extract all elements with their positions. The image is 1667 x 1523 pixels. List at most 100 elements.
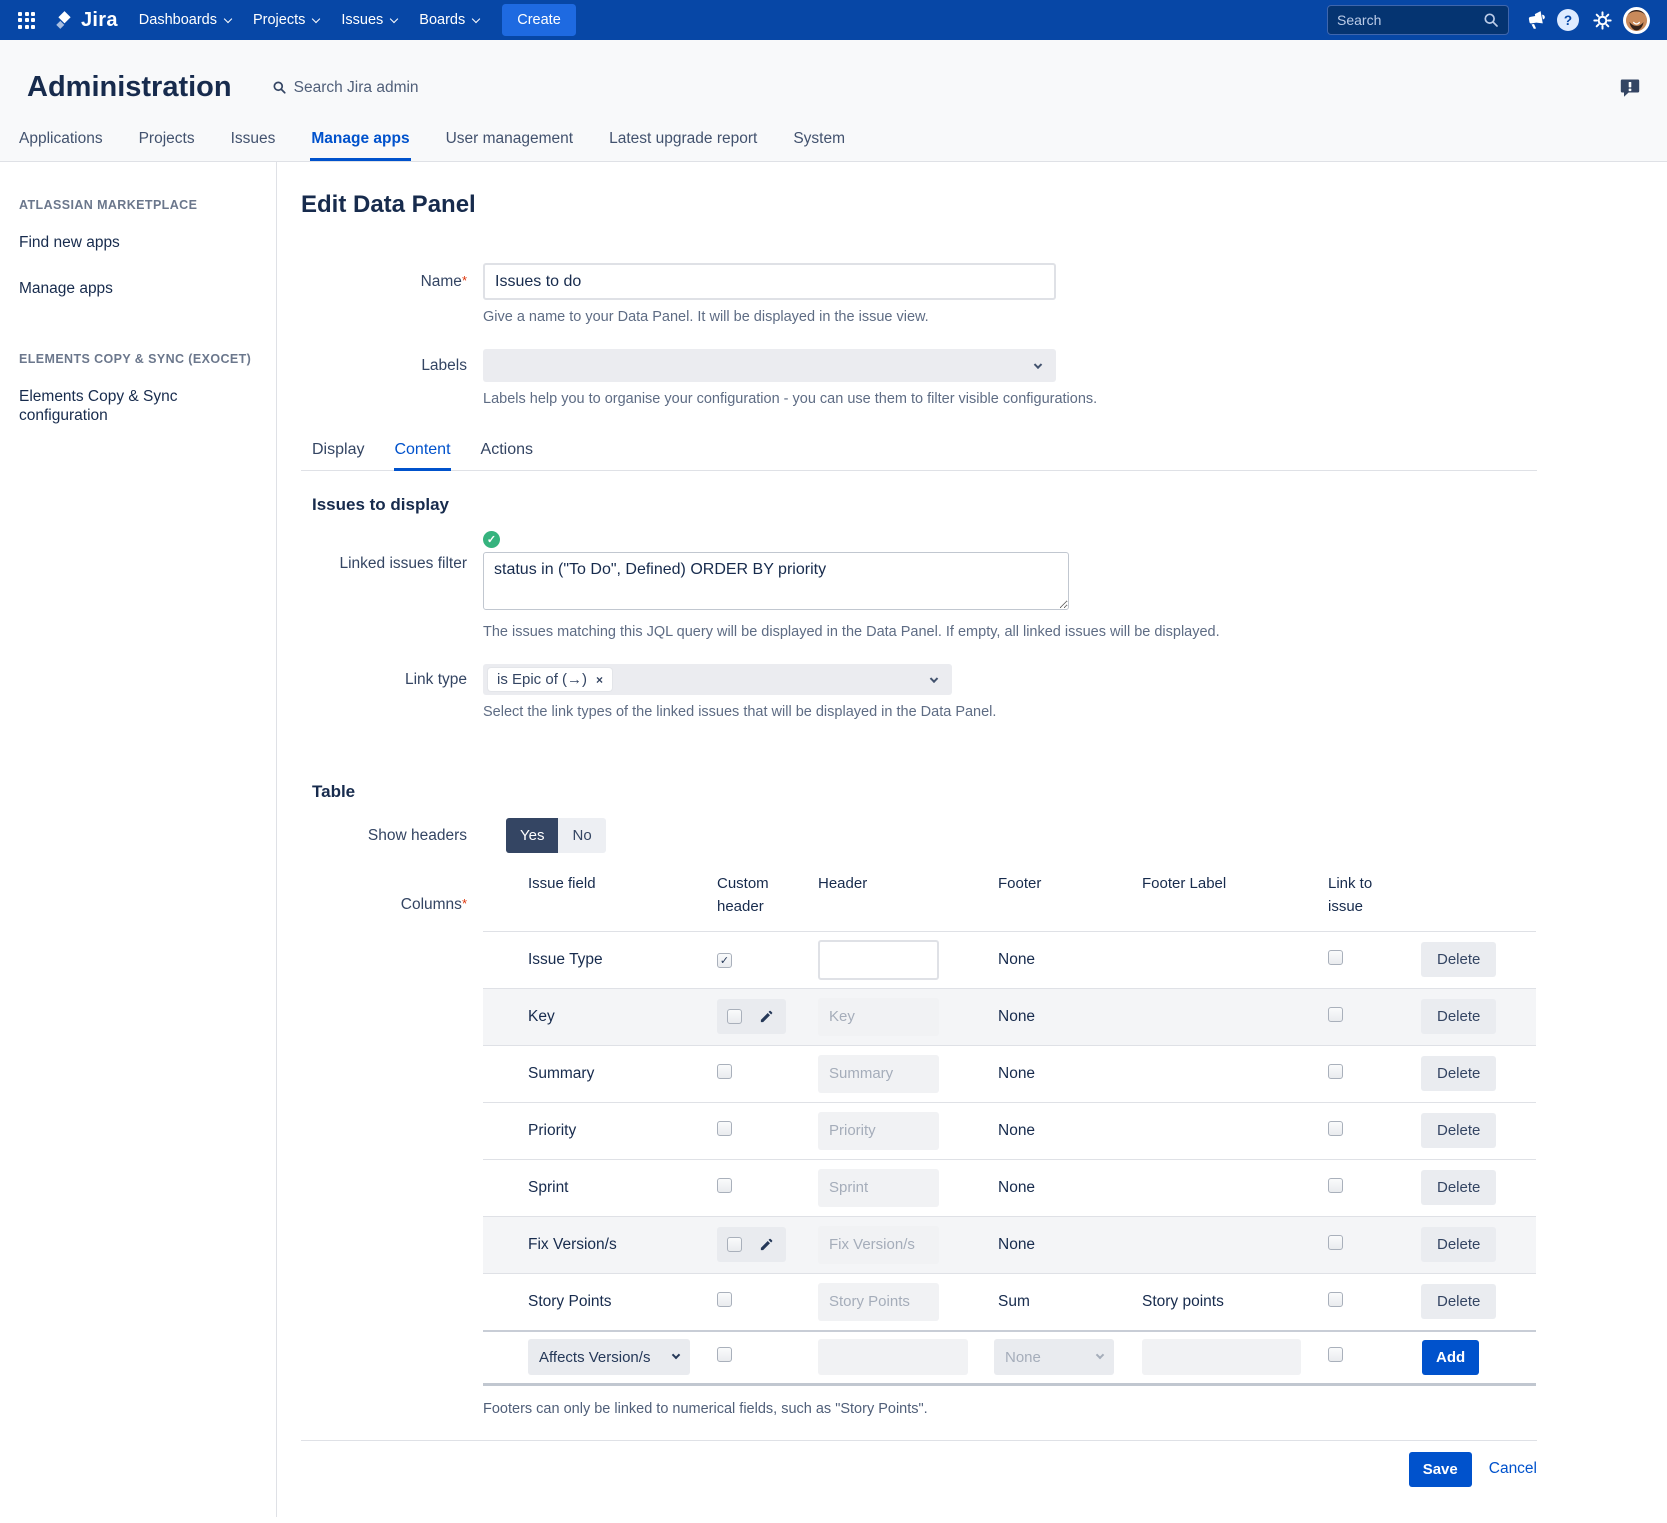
chevron-down-icon — [390, 14, 398, 22]
header-input-key[interactable] — [818, 998, 939, 1036]
custom-header-checkbox[interactable] — [717, 1347, 732, 1362]
custom-header-checkbox[interactable] — [717, 1292, 732, 1307]
admin-tab-issues[interactable]: Issues — [230, 124, 277, 161]
header-input-story-points[interactable] — [818, 1283, 939, 1321]
sidebar-item-find-new-apps[interactable]: Find new apps — [19, 233, 258, 252]
footer-select[interactable]: None — [994, 1339, 1114, 1375]
feedback-icon[interactable] — [1619, 77, 1641, 99]
custom-header-checkbox[interactable] — [717, 1121, 732, 1136]
nav-item-issues[interactable]: Issues — [330, 0, 408, 40]
header-input-summary[interactable] — [818, 1055, 939, 1093]
new-header-input[interactable] — [818, 1339, 968, 1375]
delete-column-button[interactable]: Delete — [1421, 942, 1496, 977]
delete-column-button[interactable]: Delete — [1421, 1056, 1496, 1091]
header-input-priority[interactable] — [818, 1112, 939, 1150]
edit-pencil-icon[interactable] — [759, 1237, 774, 1252]
tab-display[interactable]: Display — [312, 441, 364, 471]
link-type-select[interactable]: is Epic of (→) × — [483, 664, 952, 695]
remove-chip-icon[interactable]: × — [596, 673, 603, 687]
jql-filter-textarea[interactable] — [483, 552, 1069, 610]
link-to-issue-checkbox[interactable] — [1328, 1178, 1343, 1193]
tab-content[interactable]: Content — [394, 441, 450, 471]
issue-field-select[interactable]: Affects Version/s — [528, 1339, 690, 1375]
link-to-issue-checkbox[interactable] — [1328, 1292, 1343, 1307]
nav-item-boards[interactable]: Boards — [408, 0, 490, 40]
name-input[interactable] — [483, 263, 1056, 300]
custom-header-checkbox[interactable] — [727, 1009, 742, 1024]
columns-row: Columns* Issue fieldCustom headerHeaderF… — [301, 872, 1537, 1417]
sidebar-heading-atlassian-marketplace: ATLASSIAN MARKETPLACE — [19, 198, 258, 212]
link-to-issue-checkbox[interactable] — [1328, 1121, 1343, 1136]
header-input-fix-version-s[interactable] — [818, 1226, 939, 1264]
link-type-chip: is Epic of (→) × — [488, 668, 612, 691]
link-to-issue-checkbox[interactable] — [1328, 1235, 1343, 1250]
delete-column-button[interactable]: Delete — [1421, 1284, 1496, 1319]
header-input-sprint[interactable] — [818, 1169, 939, 1207]
jira-logo[interactable]: Jira — [45, 9, 128, 32]
sidebar-item-elements-copy-sync-configuration[interactable]: Elements Copy & Sync configuration — [19, 387, 258, 426]
create-button[interactable]: Create — [502, 4, 576, 36]
cancel-link[interactable]: Cancel — [1489, 1460, 1537, 1478]
admin-tab-user-management[interactable]: User management — [445, 124, 575, 161]
nav-item-dashboards[interactable]: Dashboards — [128, 0, 242, 40]
delete-column-button[interactable]: Delete — [1421, 999, 1496, 1034]
announcements-icon[interactable] — [1517, 0, 1551, 40]
column-header-header: Header — [809, 872, 987, 895]
column-row-summary: SummaryNoneDelete — [483, 1045, 1536, 1102]
delete-column-button[interactable]: Delete — [1421, 1113, 1496, 1148]
link-to-issue-checkbox[interactable] — [1328, 1347, 1343, 1362]
footer-value: None — [998, 1065, 1035, 1082]
admin-tabs: Applications Projects Issues Manage apps Use… — [0, 124, 1667, 162]
delete-column-button[interactable]: Delete — [1421, 1227, 1496, 1262]
help-icon[interactable]: ? — [1551, 0, 1585, 40]
labels-help: Labels help you to organise your configu… — [483, 391, 1537, 407]
column-row-key: KeyNoneDelete — [483, 988, 1536, 1045]
labels-select[interactable] — [483, 349, 1056, 382]
sidebar: ATLASSIAN MARKETPLACE Find new apps Manage… — [0, 162, 277, 1517]
admin-search[interactable]: Search Jira admin — [272, 79, 419, 97]
jira-logo-text: Jira — [81, 9, 118, 32]
issue-field-name: Sprint — [528, 1179, 569, 1196]
column-row-issue-type: Issue Type✓NoneDelete — [483, 931, 1536, 988]
navbar-search-input[interactable] — [1337, 12, 1475, 28]
new-footer-label-input[interactable] — [1142, 1339, 1301, 1375]
custom-header-checkbox[interactable] — [727, 1237, 742, 1252]
edit-pencil-icon[interactable] — [759, 1009, 774, 1024]
settings-gear-icon[interactable] — [1585, 0, 1619, 40]
link-to-issue-checkbox[interactable] — [1328, 950, 1343, 965]
name-row: Name* — [301, 263, 1537, 300]
name-help: Give a name to your Data Panel. It will … — [483, 309, 1537, 325]
nav-item-projects[interactable]: Projects — [242, 0, 330, 40]
tab-actions[interactable]: Actions — [481, 441, 533, 471]
show-headers-no-button[interactable]: No — [558, 818, 605, 853]
header-input-issue-type[interactable] — [818, 940, 939, 980]
labels-label: Labels — [301, 357, 467, 375]
admin-header: Administration Search Jira admin — [0, 40, 1667, 124]
labels-row: Labels — [301, 349, 1537, 382]
footer-label-value: Story points — [1142, 1293, 1224, 1310]
chevron-down-icon — [672, 1351, 680, 1359]
issues-to-display-heading: Issues to display — [301, 495, 1537, 515]
custom-header-checkbox[interactable] — [717, 1178, 732, 1193]
custom-header-checkbox[interactable]: ✓ — [717, 953, 732, 968]
link-to-issue-checkbox[interactable] — [1328, 1064, 1343, 1079]
delete-column-button[interactable]: Delete — [1421, 1170, 1496, 1205]
navbar-search[interactable] — [1327, 5, 1509, 35]
admin-tab-applications[interactable]: Applications — [18, 124, 104, 161]
add-column-button[interactable]: Add — [1422, 1340, 1479, 1375]
custom-header-checkbox[interactable] — [717, 1064, 732, 1079]
chevron-down-icon — [1034, 360, 1042, 368]
sidebar-item-manage-apps[interactable]: Manage apps — [19, 279, 258, 298]
admin-tab-latest-upgrade-report[interactable]: Latest upgrade report — [608, 124, 758, 161]
save-button[interactable]: Save — [1409, 1452, 1472, 1487]
show-headers-yes-button[interactable]: Yes — [506, 818, 558, 853]
admin-tab-system[interactable]: System — [792, 124, 846, 161]
admin-tab-projects[interactable]: Projects — [138, 124, 196, 161]
app-switcher-icon[interactable] — [8, 2, 45, 39]
issue-field-name: Fix Version/s — [528, 1236, 617, 1253]
link-to-issue-checkbox[interactable] — [1328, 1007, 1343, 1022]
user-avatar[interactable] — [1619, 0, 1653, 40]
column-header-issue-field: Issue field — [519, 872, 709, 895]
column-header-footer-label: Footer Label — [1130, 872, 1316, 895]
admin-tab-manage-apps[interactable]: Manage apps — [310, 124, 410, 161]
